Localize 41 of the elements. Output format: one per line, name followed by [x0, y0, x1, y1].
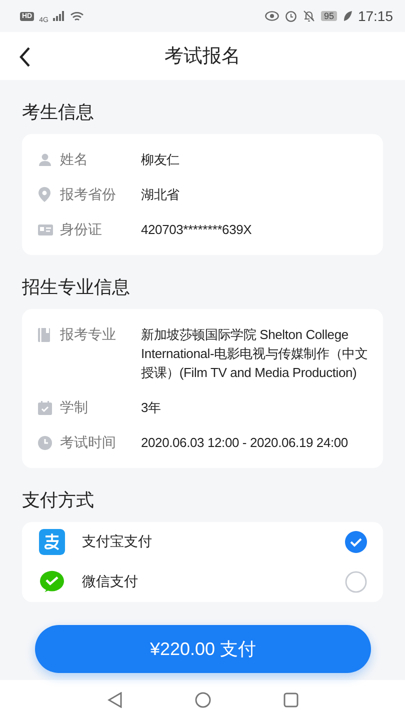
payment-option[interactable]: 支付宝支付: [82, 533, 329, 551]
book-icon: [38, 328, 50, 342]
field-label: 身份证: [60, 220, 103, 239]
battery-level: 95: [320, 11, 337, 21]
section-title: 招生专业信息: [22, 276, 130, 299]
field-value: 新加坡莎顿国际学院 Shelton College International-电影电视与传媒制作（中文授课）(Film TV and Media Production): [141, 326, 369, 382]
pay-button[interactable]: ¥220.00 支付: [35, 625, 371, 673]
clock-time: 17:15: [358, 8, 393, 24]
alarm-icon: [284, 10, 297, 22]
payment-option[interactable]: 微信支付: [82, 573, 329, 591]
radio-unchecked-icon[interactable]: [345, 571, 367, 593]
recents-nav-icon[interactable]: [282, 692, 298, 708]
back-icon: [19, 47, 31, 67]
field-value: 柳友仁: [141, 151, 180, 169]
back-nav-icon[interactable]: [106, 692, 122, 708]
field-label: 报考省份: [60, 185, 117, 204]
field-label: 姓名: [60, 150, 89, 169]
page-title: 考试报名: [164, 45, 240, 69]
section-title: 考生信息: [22, 101, 94, 124]
field-value: 湖北省: [141, 186, 180, 204]
home-nav-icon[interactable]: [194, 692, 210, 708]
wechat-icon: [39, 570, 65, 594]
bell-off-icon: [302, 10, 315, 22]
signal-icon: [53, 11, 66, 21]
id-card-icon: [38, 224, 53, 236]
calendar-icon: [38, 400, 52, 414]
section-title: 支付方式: [22, 489, 94, 512]
field-label: 考试时间: [60, 433, 117, 452]
field-value: 420703********639X: [141, 221, 253, 239]
field-label: 学制: [60, 398, 89, 417]
field-value: 2020.06.03 12:00 - 2020.06.19 24:00: [141, 434, 349, 452]
radio-checked-icon[interactable]: [345, 531, 367, 553]
field-label: 报考专业: [60, 325, 117, 344]
wifi-icon: [70, 10, 84, 22]
field-value: 3年: [141, 399, 162, 417]
person-icon: [38, 152, 52, 166]
location-pin-icon: [38, 187, 51, 202]
alipay-icon: [39, 529, 65, 555]
leaf-icon: [342, 11, 352, 21]
eye-icon: [264, 11, 279, 21]
clock-icon: [38, 436, 52, 450]
